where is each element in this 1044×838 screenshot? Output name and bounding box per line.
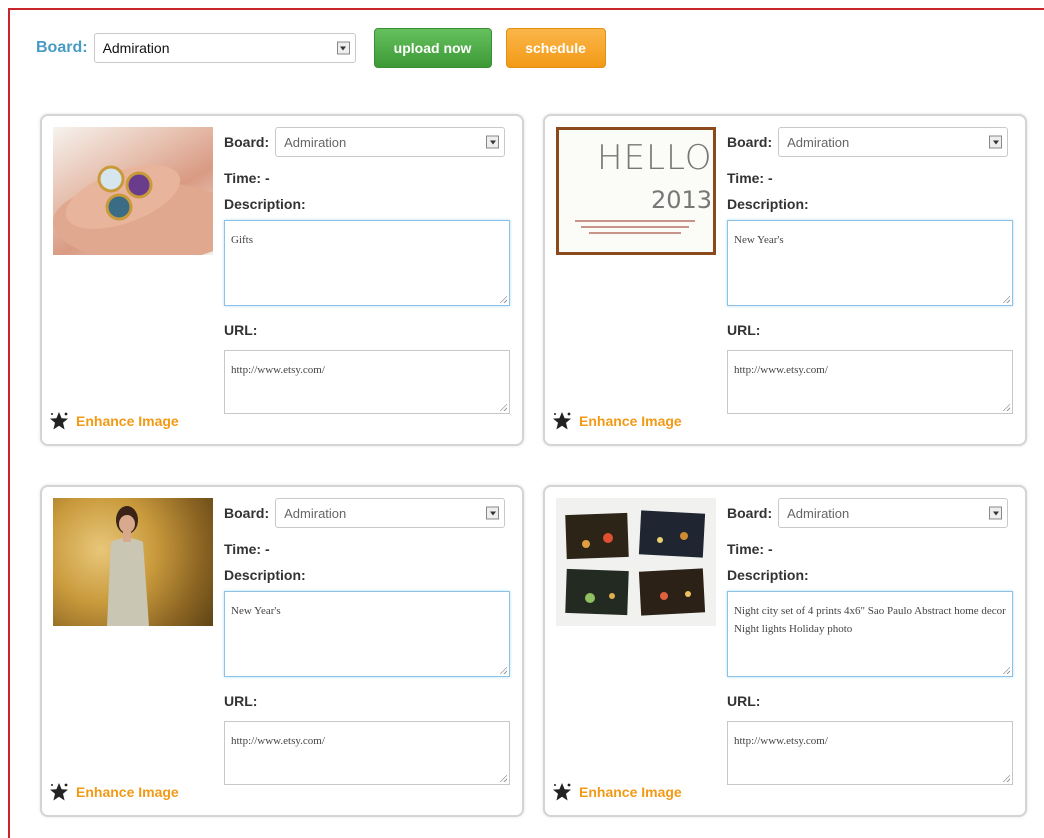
resize-handle[interactable] <box>1002 774 1010 782</box>
pin-card: HELLO 2013 Board: Admiration Time: - Des… <box>543 114 1027 446</box>
board-select[interactable]: Admiration <box>275 127 506 157</box>
description-field[interactable]: New Year's <box>727 220 1013 306</box>
enhance-image-label: Enhance Image <box>579 784 682 800</box>
description-label: Description: <box>224 567 306 583</box>
pin-image <box>556 498 716 626</box>
board-label: Board: <box>36 39 88 56</box>
enhance-image-link[interactable]: Enhance Image <box>551 781 682 803</box>
url-text: http://www.etsy.com/ <box>734 735 828 747</box>
time-label: Time: - <box>727 541 773 557</box>
star-icon <box>553 783 571 801</box>
chevron-down-icon[interactable] <box>486 506 500 520</box>
enhance-image-link[interactable]: Enhance Image <box>48 781 179 803</box>
resize-handle[interactable] <box>499 403 507 411</box>
url-field[interactable]: http://www.etsy.com/ <box>224 350 510 414</box>
board-label: Board: <box>727 505 773 521</box>
resize-handle[interactable] <box>499 666 507 674</box>
time-label: Time: - <box>224 170 270 186</box>
url-field[interactable]: http://www.etsy.com/ <box>727 350 1013 414</box>
url-text: http://www.etsy.com/ <box>734 364 828 376</box>
board-select[interactable]: Admiration <box>275 498 506 528</box>
description-text: New Year's <box>734 234 784 246</box>
description-text: Night city set of 4 prints 4x6" Sao Paul… <box>734 605 1006 635</box>
resize-handle[interactable] <box>1002 403 1010 411</box>
pin-card: Board: Admiration Time: - Description: N… <box>40 485 524 817</box>
pin-card: Board: Admiration Time: - Description: G… <box>40 114 524 446</box>
schedule-button[interactable]: schedule <box>505 28 606 68</box>
time-label: Time: - <box>224 541 270 557</box>
chevron-down-icon[interactable] <box>989 506 1003 520</box>
board-select[interactable]: Admiration <box>778 127 1009 157</box>
board-select-value: Admiration <box>787 505 850 521</box>
url-text: http://www.etsy.com/ <box>231 364 325 376</box>
resize-handle[interactable] <box>499 295 507 303</box>
board-select[interactable]: Admiration <box>778 498 1009 528</box>
description-text: New Year's <box>231 605 281 617</box>
board-select[interactable]: Admiration <box>93 33 356 63</box>
board-label: Board: <box>224 134 270 150</box>
url-label: URL: <box>727 322 761 338</box>
url-label: URL: <box>727 693 761 709</box>
resize-handle[interactable] <box>499 774 507 782</box>
board-label: Board: <box>727 134 773 150</box>
board-select-value: Admiration <box>102 40 170 56</box>
description-text: Gifts <box>231 234 253 246</box>
enhance-image-link[interactable]: Enhance Image <box>48 410 179 432</box>
url-text: http://www.etsy.com/ <box>231 735 325 747</box>
description-field[interactable]: Night city set of 4 prints 4x6" Sao Paul… <box>727 591 1013 677</box>
description-label: Description: <box>727 196 809 212</box>
resize-handle[interactable] <box>1002 666 1010 674</box>
url-field[interactable]: http://www.etsy.com/ <box>224 721 510 785</box>
pin-image <box>53 127 213 255</box>
url-label: URL: <box>224 322 258 338</box>
time-label: Time: - <box>727 170 773 186</box>
enhance-image-label: Enhance Image <box>579 413 682 429</box>
description-label: Description: <box>224 196 306 212</box>
star-icon <box>553 412 571 430</box>
star-icon <box>50 783 68 801</box>
enhance-image-label: Enhance Image <box>76 784 179 800</box>
chevron-down-icon[interactable] <box>336 41 350 55</box>
pin-image: HELLO 2013 <box>556 127 716 255</box>
enhance-image-link[interactable]: Enhance Image <box>551 410 682 432</box>
description-label: Description: <box>727 567 809 583</box>
board-select-value: Admiration <box>284 134 347 150</box>
pin-image <box>53 498 213 626</box>
star-icon <box>50 412 68 430</box>
upload-now-button[interactable]: upload now <box>373 28 492 68</box>
url-label: URL: <box>224 693 258 709</box>
top-toolbar: Board: Admiration upload now schedule <box>36 28 606 68</box>
description-field[interactable]: New Year's <box>224 591 510 677</box>
board-label: Board: <box>224 505 270 521</box>
image-year-text: 2013 <box>651 186 713 214</box>
board-select-value: Admiration <box>787 134 850 150</box>
board-select-value: Admiration <box>284 505 347 521</box>
pin-card: Board: Admiration Time: - Description: N… <box>543 485 1027 817</box>
chevron-down-icon[interactable] <box>486 135 500 149</box>
enhance-image-label: Enhance Image <box>76 413 179 429</box>
image-hello-text: HELLO <box>597 138 713 178</box>
resize-handle[interactable] <box>1002 295 1010 303</box>
chevron-down-icon[interactable] <box>989 135 1003 149</box>
description-field[interactable]: Gifts <box>224 220 510 306</box>
url-field[interactable]: http://www.etsy.com/ <box>727 721 1013 785</box>
